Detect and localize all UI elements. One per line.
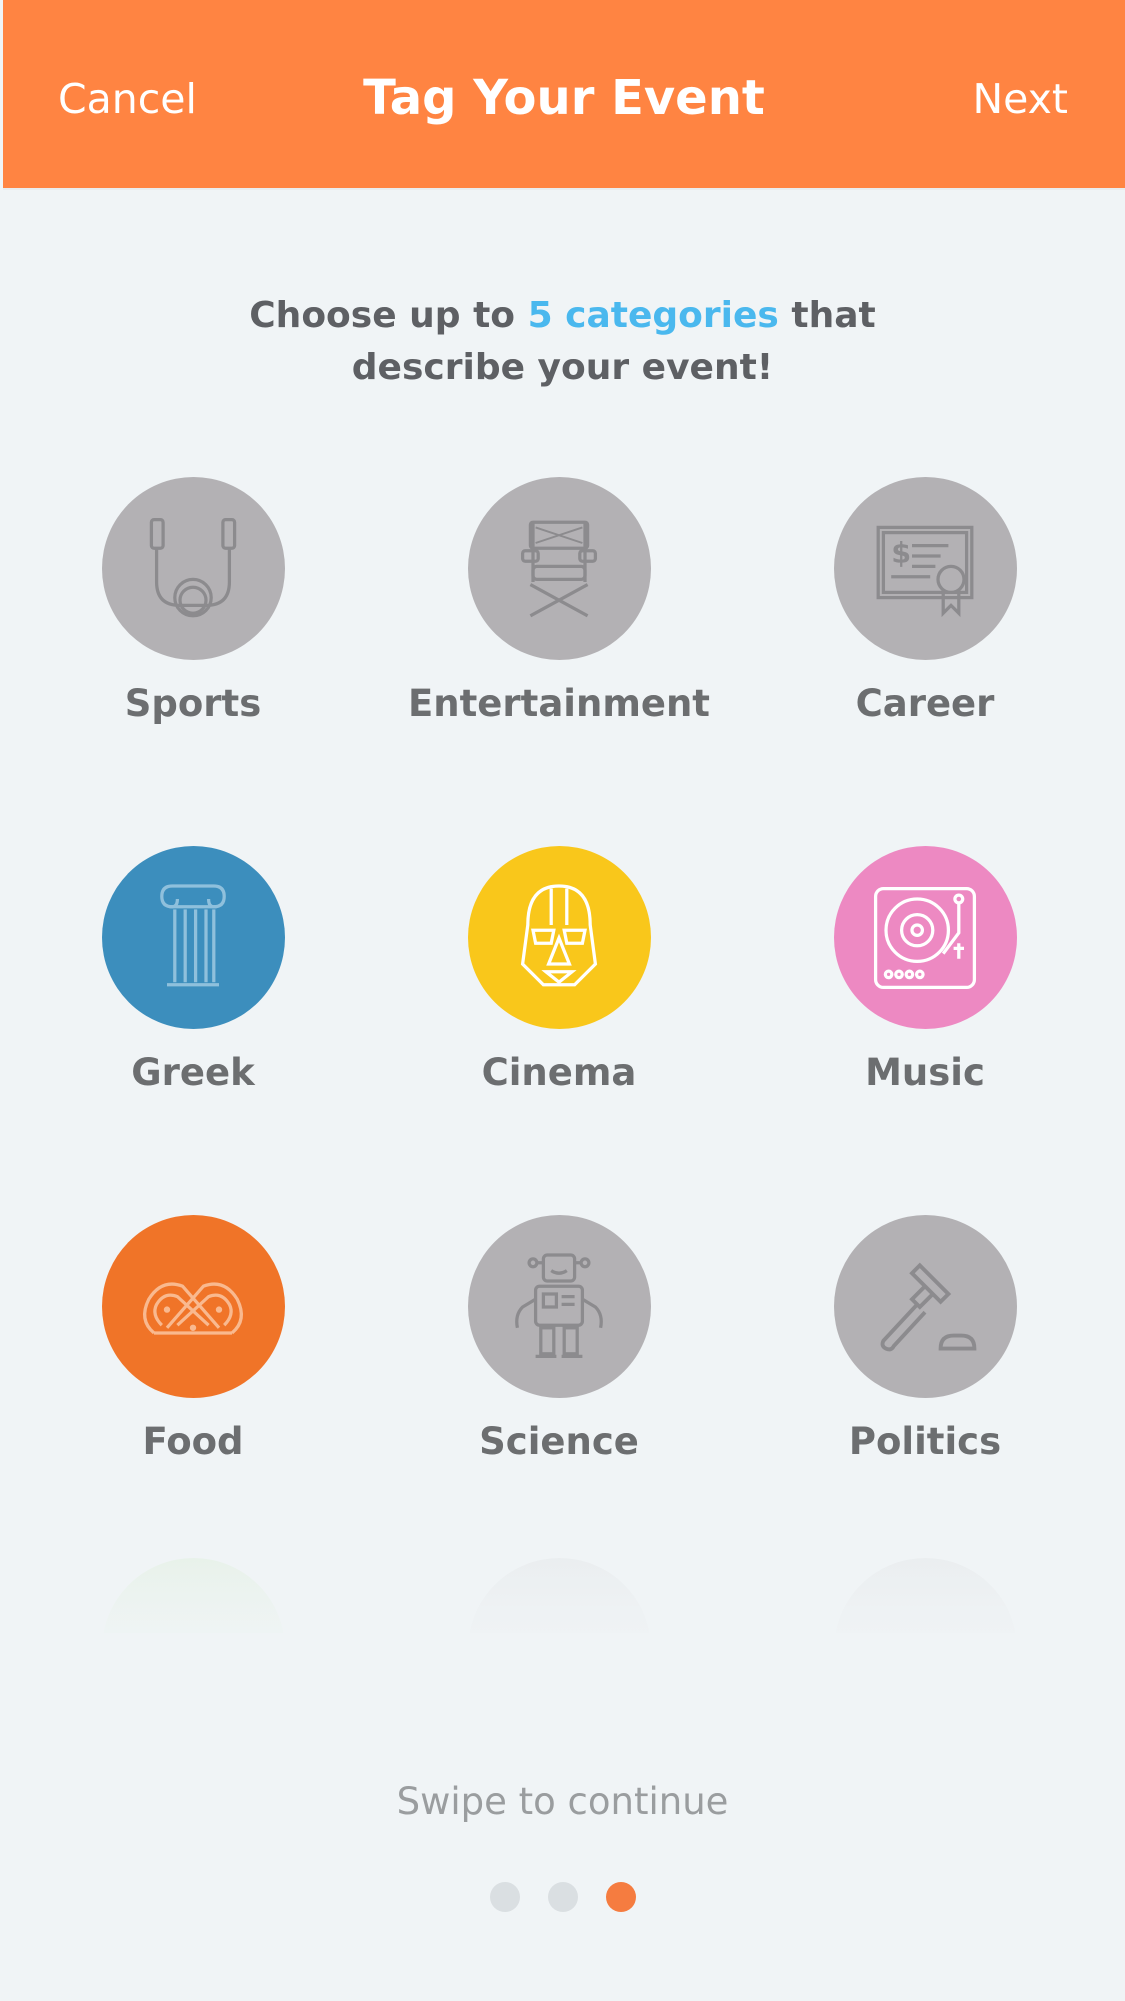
category-label: Entertainment <box>408 682 710 725</box>
swipe-hint: Swipe to continue <box>396 1780 729 1823</box>
next-button[interactable]: Next <box>972 75 1068 123</box>
category-science-circle[interactable] <box>467 1215 651 1398</box>
column-icon <box>160 883 226 986</box>
category-entertainment-circle[interactable] <box>467 477 651 660</box>
svg-text:$: $ <box>891 535 911 569</box>
category-music-circle[interactable] <box>833 846 1017 1029</box>
gavel-icon <box>880 1262 977 1351</box>
category-label: Career <box>855 682 995 725</box>
category-music[interactable]: Music <box>765 846 1085 1094</box>
category-greek-circle[interactable] <box>101 846 285 1029</box>
category-label: Sports <box>124 682 262 725</box>
page-dot-3-active[interactable] <box>605 1882 636 1912</box>
category-science[interactable]: Science <box>399 1215 719 1463</box>
category-politics[interactable]: Politics <box>765 1215 1085 1463</box>
turntable-icon <box>873 886 977 989</box>
instructions-text: Choose up to 5 categories that describe … <box>0 290 1125 394</box>
intro-text-mid: that <box>778 295 876 336</box>
category-cinema[interactable]: Cinema <box>399 846 719 1094</box>
page-dot-1[interactable] <box>489 1882 520 1912</box>
pretzel-icon <box>143 1281 243 1335</box>
category-politics-circle[interactable] <box>833 1215 1017 1398</box>
jump-rope-icon <box>149 517 237 617</box>
category-label: Greek <box>131 1051 255 1094</box>
category-sports[interactable]: Sports <box>33 477 353 725</box>
category-limit-highlight: 5 categories <box>527 295 779 336</box>
category-career-circle[interactable]: $ <box>833 477 1017 660</box>
category-cinema-circle[interactable] <box>467 846 651 1029</box>
directors-chair-icon <box>520 520 598 617</box>
intro-text-end: describe your event! <box>351 347 774 388</box>
category-entertainment[interactable]: Entertainment <box>399 477 719 725</box>
intro-text-start: Choose up to <box>249 295 528 336</box>
page-dot-2[interactable] <box>547 1882 578 1912</box>
category-label: Music <box>865 1051 985 1094</box>
category-sports-circle[interactable] <box>101 477 285 660</box>
category-label: Food <box>142 1420 244 1463</box>
category-greek[interactable]: Greek <box>33 846 353 1094</box>
category-food-circle[interactable] <box>101 1215 285 1398</box>
darth-vader-icon <box>520 883 598 986</box>
robot-icon <box>515 1252 603 1358</box>
page-title: Tag Your Event <box>363 70 765 126</box>
scroll-fade <box>70 1470 1055 1650</box>
category-label: Science <box>479 1420 639 1463</box>
top-bar: Cancel Tag Your Event Next <box>3 0 1125 190</box>
category-label: Cinema <box>481 1051 637 1094</box>
certificate-icon: $ <box>876 525 974 617</box>
category-career[interactable]: $ Career <box>765 477 1085 725</box>
category-label: Politics <box>848 1420 1002 1463</box>
page-indicator <box>0 1882 1125 1912</box>
category-food[interactable]: Food <box>33 1215 353 1463</box>
